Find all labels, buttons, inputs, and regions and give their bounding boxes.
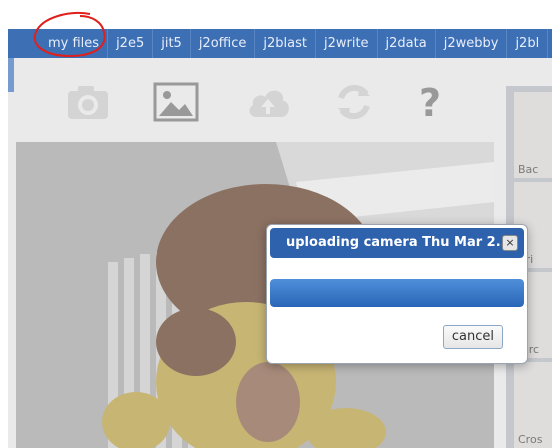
upload-dialog: uploading camera Thu Mar 2... × cancel xyxy=(266,224,528,364)
cancel-button[interactable]: cancel xyxy=(442,325,503,349)
dialog-titlebar: uploading camera Thu Mar 2... × xyxy=(270,228,524,258)
progress-fill xyxy=(270,279,524,307)
nav-tab-j2blast[interactable]: j2blast xyxy=(255,29,316,58)
annotation-circle xyxy=(33,12,106,58)
upload-progress-bar xyxy=(270,279,524,307)
nav-tab-j2e5[interactable]: j2e5 xyxy=(108,29,154,58)
nav-tab-j2bl[interactable]: j2bl xyxy=(507,29,549,58)
nav-tab-j2webby[interactable]: j2webby xyxy=(436,29,508,58)
nav-tab-j2office[interactable]: j2office xyxy=(191,29,256,58)
nav-tab-j2data[interactable]: j2data xyxy=(378,29,436,58)
nav-tab-j2write[interactable]: j2write xyxy=(316,29,378,58)
close-icon[interactable]: × xyxy=(502,235,518,251)
nav-tab-jit5[interactable]: jit5 xyxy=(153,29,191,58)
dialog-title: uploading camera Thu Mar 2... xyxy=(286,235,511,250)
page: my files j2e5 jit5 j2office j2blast j2wr… xyxy=(0,0,552,448)
